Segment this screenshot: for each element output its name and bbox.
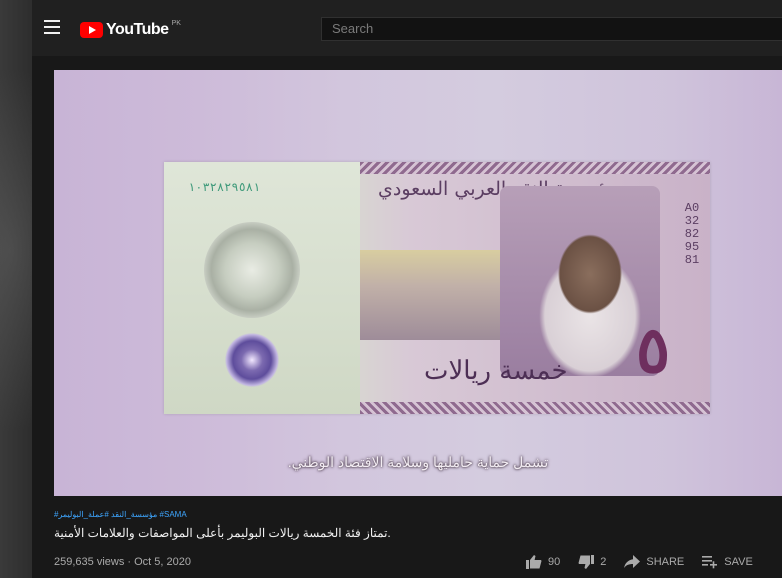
serial-number-left: ١٠٣٢٨٢٩٥٨١ (188, 181, 261, 195)
share-button[interactable]: SHARE (624, 555, 684, 569)
youtube-window: YouTube PK Search ١٠٣٢٨٢٩٥٨١ مؤسسة النقد… (32, 0, 782, 578)
serial-number-right: A0328295 81 (684, 201, 700, 267)
hamburger-menu-icon[interactable] (44, 20, 60, 34)
dislike-button[interactable]: 2 (578, 555, 606, 569)
logo-region: PK (171, 19, 181, 27)
pattern-band-bottom (360, 402, 710, 414)
hashtags[interactable]: #مؤسسة_النقد #عملة_البوليمر #SAMA (54, 510, 187, 519)
playlist-add-icon (702, 556, 718, 569)
logo-text: YouTube (106, 21, 169, 38)
share-label: SHARE (646, 556, 685, 568)
thumbs-up-icon (526, 555, 542, 569)
save-button[interactable]: SAVE (702, 555, 753, 569)
dislike-count: 2 (600, 556, 607, 568)
view-count: 259,635 views (54, 556, 125, 568)
action-bar: 90 2 SHARE SAVE (526, 552, 753, 572)
search-input[interactable]: Search (321, 17, 782, 41)
pattern-band-top (360, 162, 710, 174)
thumbs-down-icon (578, 555, 595, 569)
denomination-words: خمسة ريالات (424, 356, 568, 386)
security-rosette (204, 222, 300, 318)
save-label: SAVE (724, 556, 753, 568)
top-bar: YouTube PK Search (32, 0, 782, 56)
banknote-image: ١٠٣٢٨٢٩٥٨١ مؤسسة النقد العربي السعودي ٥ … (164, 162, 710, 414)
youtube-logo[interactable]: YouTube PK (80, 20, 181, 40)
video-title: .تمتاز فئة الخمسة ريالات البوليمر بأعلى … (54, 526, 391, 540)
like-count: 90 (548, 556, 561, 568)
share-arrow-icon (624, 555, 641, 568)
like-button[interactable]: 90 (526, 555, 560, 569)
denomination-numeral: ٥ (635, 313, 671, 388)
upload-date: Oct 5, 2020 (134, 556, 191, 568)
denomination-rosette (222, 330, 282, 390)
video-caption: تشمل حماية حامليها وسلامة الاقتصاد الوطن… (287, 454, 549, 470)
video-player[interactable]: ١٠٣٢٨٢٩٥٨١ مؤسسة النقد العربي السعودي ٥ … (54, 70, 782, 496)
youtube-play-icon (80, 22, 103, 38)
video-meta: 259,635 views · Oct 5, 2020 (54, 556, 191, 568)
